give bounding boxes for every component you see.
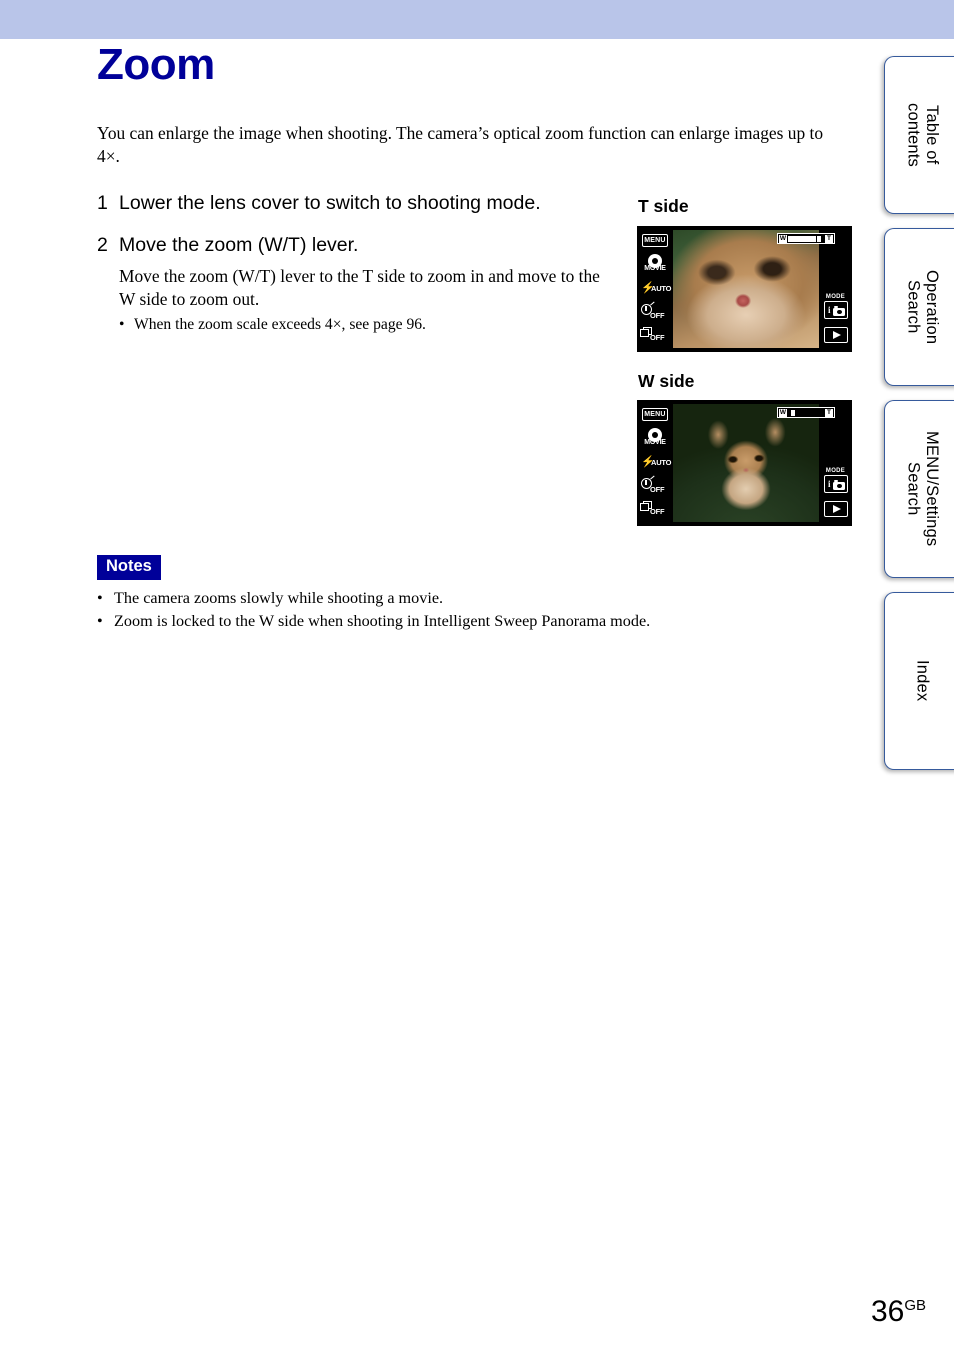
steps-list: 1 Lower the lens cover to switch to shoo…	[97, 190, 617, 335]
step-2-bullet: • When the zoom scale exceeds 4×, see pa…	[119, 315, 617, 335]
bullet-dot: •	[119, 315, 125, 333]
camera-left-icon-column-w: MENU MOVIE ⚡ AUTO OFF OFF	[637, 400, 673, 526]
mode-label: MODE	[825, 294, 846, 300]
tab-label: MENU/Settings Search	[904, 431, 941, 547]
mode-label: MODE	[825, 468, 846, 474]
flash-auto-icon[interactable]: ⚡ AUTO	[640, 457, 672, 469]
zoom-w-label: W	[779, 408, 787, 417]
figure-label-w-side: W side	[638, 371, 695, 391]
play-triangle-icon	[833, 505, 841, 513]
menu-icon[interactable]: MENU	[642, 234, 668, 247]
camera-screen-t-side: MENU MOVIE ⚡ AUTO OFF OFF W T MODE i	[637, 226, 852, 352]
bullet-dot: •	[97, 589, 103, 607]
burst-frame-front-icon	[640, 329, 649, 337]
page-title: Zoom	[97, 40, 215, 89]
camera-icon	[833, 305, 845, 316]
burst-mode-icon[interactable]: OFF	[640, 501, 671, 517]
zoom-fill	[788, 236, 817, 242]
zoom-w-label: W	[779, 234, 787, 243]
step-2: 2 Move the zoom (W/T) lever.	[97, 232, 617, 258]
playback-button[interactable]	[824, 327, 848, 343]
document-page: Zoom You can enlarge the image when shoo…	[0, 0, 954, 1369]
step-1: 1 Lower the lens cover to switch to shoo…	[97, 190, 617, 216]
timer-tail-icon	[650, 301, 655, 306]
cat-photo-zoomed-in	[673, 230, 819, 348]
sidebar-tab-index[interactable]: Index	[884, 592, 954, 770]
mode-i-glyph: i	[828, 305, 831, 315]
zoom-marker	[790, 410, 795, 416]
burst-mode-icon[interactable]: OFF	[640, 327, 671, 343]
timer-label: OFF	[650, 311, 665, 320]
step-2-number: 2	[97, 234, 108, 257]
side-tab-navigation: Table of contents Operation Search MENU/…	[884, 0, 954, 800]
note-item: • Zoom is locked to the W side when shoo…	[97, 611, 817, 633]
intro-paragraph: You can enlarge the image when shooting.…	[97, 123, 824, 167]
step-2-heading: Move the zoom (W/T) lever.	[119, 234, 359, 257]
flash-label: AUTO	[651, 284, 672, 293]
burst-label: OFF	[650, 333, 665, 342]
timer-label: OFF	[650, 485, 665, 494]
burst-frame-front-icon	[640, 503, 649, 511]
step-2-body: Move the zoom (W/T) lever to the T side …	[119, 265, 600, 309]
camera-screen-w-side: MENU MOVIE ⚡ AUTO OFF OFF W T MODE i	[637, 400, 852, 526]
note-item: • The camera zooms slowly while shooting…	[97, 588, 817, 610]
self-timer-icon[interactable]: OFF	[640, 301, 671, 320]
figure-label-t-side: T side	[638, 196, 689, 216]
step-1-heading: Lower the lens cover to switch to shooti…	[119, 192, 541, 214]
play-triangle-icon	[833, 331, 841, 339]
notes-list: • The camera zooms slowly while shooting…	[97, 588, 817, 633]
tab-label: Index	[913, 660, 932, 702]
camera-right-icon-column-t: MODE i	[819, 226, 852, 352]
sidebar-tab-operation-search[interactable]: Operation Search	[884, 228, 954, 386]
sidebar-tab-table-of-contents[interactable]: Table of contents	[884, 56, 954, 214]
mode-i-glyph: i	[828, 479, 831, 489]
movie-label: MOVIE	[644, 265, 666, 272]
step-2-bullet-text: When the zoom scale exceeds 4×, see page…	[134, 315, 426, 333]
timer-tail-icon	[650, 475, 655, 480]
camera-viewport-t-side	[673, 230, 819, 348]
camera-icon	[833, 479, 845, 490]
bullet-dot: •	[97, 611, 103, 630]
movie-mode-icon[interactable]: MOVIE	[641, 428, 669, 452]
flash-label: AUTO	[651, 458, 672, 467]
movie-label: MOVIE	[644, 439, 666, 446]
note-text: The camera zooms slowly while shooting a…	[114, 589, 444, 607]
note-text: Zoom is locked to the W side when shooti…	[114, 611, 651, 630]
camera-viewport-w-side	[673, 404, 819, 522]
sidebar-tab-menu-settings-search[interactable]: MENU/Settings Search	[884, 400, 954, 578]
notes-badge: Notes	[97, 555, 161, 580]
movie-mode-icon[interactable]: MOVIE	[641, 254, 669, 278]
intelligent-auto-mode-icon[interactable]: i	[824, 475, 848, 493]
self-timer-icon[interactable]: OFF	[640, 475, 671, 494]
header-band	[0, 0, 954, 39]
tab-label: Table of contents	[904, 103, 941, 167]
camera-left-icon-column-t: MENU MOVIE ⚡ AUTO OFF OFF	[637, 226, 673, 352]
flash-auto-icon[interactable]: ⚡ AUTO	[640, 283, 672, 295]
playback-button[interactable]	[824, 501, 848, 517]
cat-photo-zoomed-out	[673, 404, 819, 522]
page-number: 36GB	[871, 1297, 926, 1327]
intelligent-auto-mode-icon[interactable]: i	[824, 301, 848, 319]
tab-label: Operation Search	[904, 269, 941, 345]
camera-right-icon-column-w: MODE i	[819, 400, 852, 526]
page-number-value: 36	[870, 1295, 905, 1328]
burst-label: OFF	[650, 507, 665, 516]
step-1-number: 1	[97, 192, 108, 214]
menu-icon[interactable]: MENU	[642, 408, 668, 421]
region-code: GB	[904, 1297, 926, 1314]
